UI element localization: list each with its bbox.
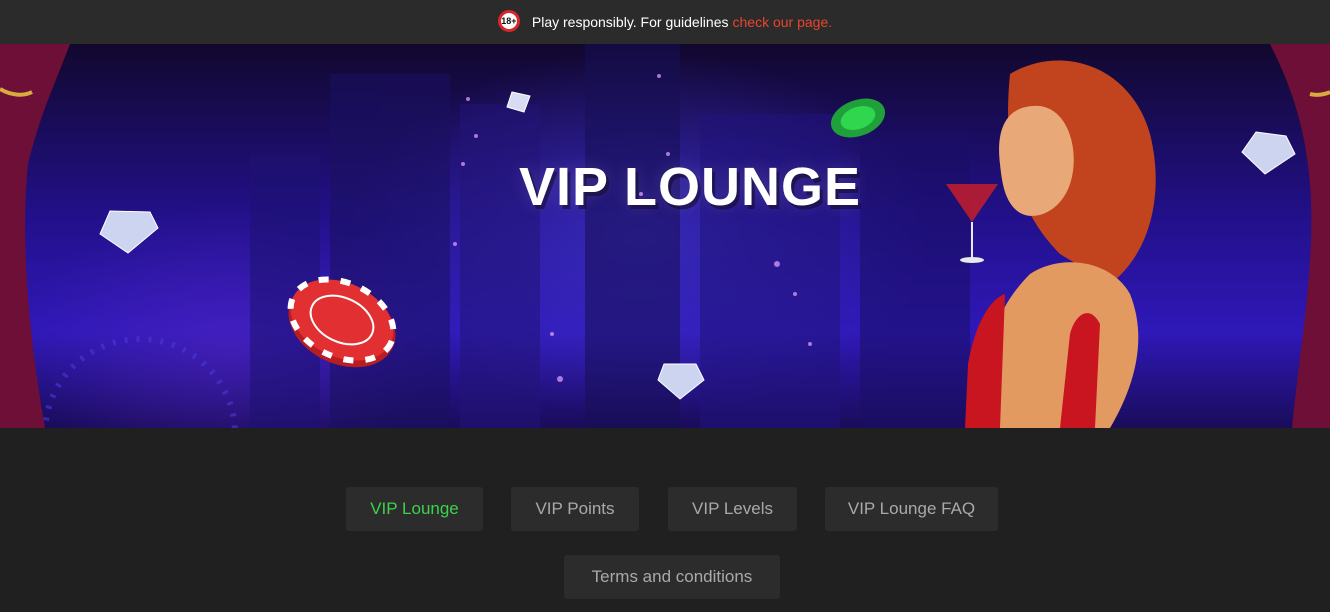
guidelines-link[interactable]: check our page. (733, 14, 833, 30)
hero-illustration (0, 44, 1330, 428)
responsible-gaming-bar: 18+ Play responsibly. For guidelines che… (0, 0, 1330, 44)
woman-with-cocktail-illustration (946, 60, 1156, 428)
tab-vip-points[interactable]: VIP Points (511, 487, 639, 531)
hero-title: VIP LOUNGE (518, 157, 862, 217)
building-shape (330, 74, 450, 428)
curtain-right-shape (1270, 44, 1330, 428)
vip-hero-banner: VIP LOUNGE (0, 44, 1330, 428)
tab-vip-lounge-faq[interactable]: VIP Lounge FAQ (825, 487, 998, 531)
tab-terms-and-conditions[interactable]: Terms and conditions (564, 555, 780, 599)
responsible-gaming-text: Play responsibly. For guidelines (531, 14, 729, 30)
ferris-wheel-shape (42, 336, 238, 428)
tab-vip-lounge[interactable]: VIP Lounge (346, 487, 483, 531)
curtain-left-shape (0, 44, 70, 428)
age-18-plus-icon: 18+ (497, 10, 520, 32)
building-shape (460, 104, 540, 428)
tab-vip-levels[interactable]: VIP Levels (668, 487, 797, 531)
